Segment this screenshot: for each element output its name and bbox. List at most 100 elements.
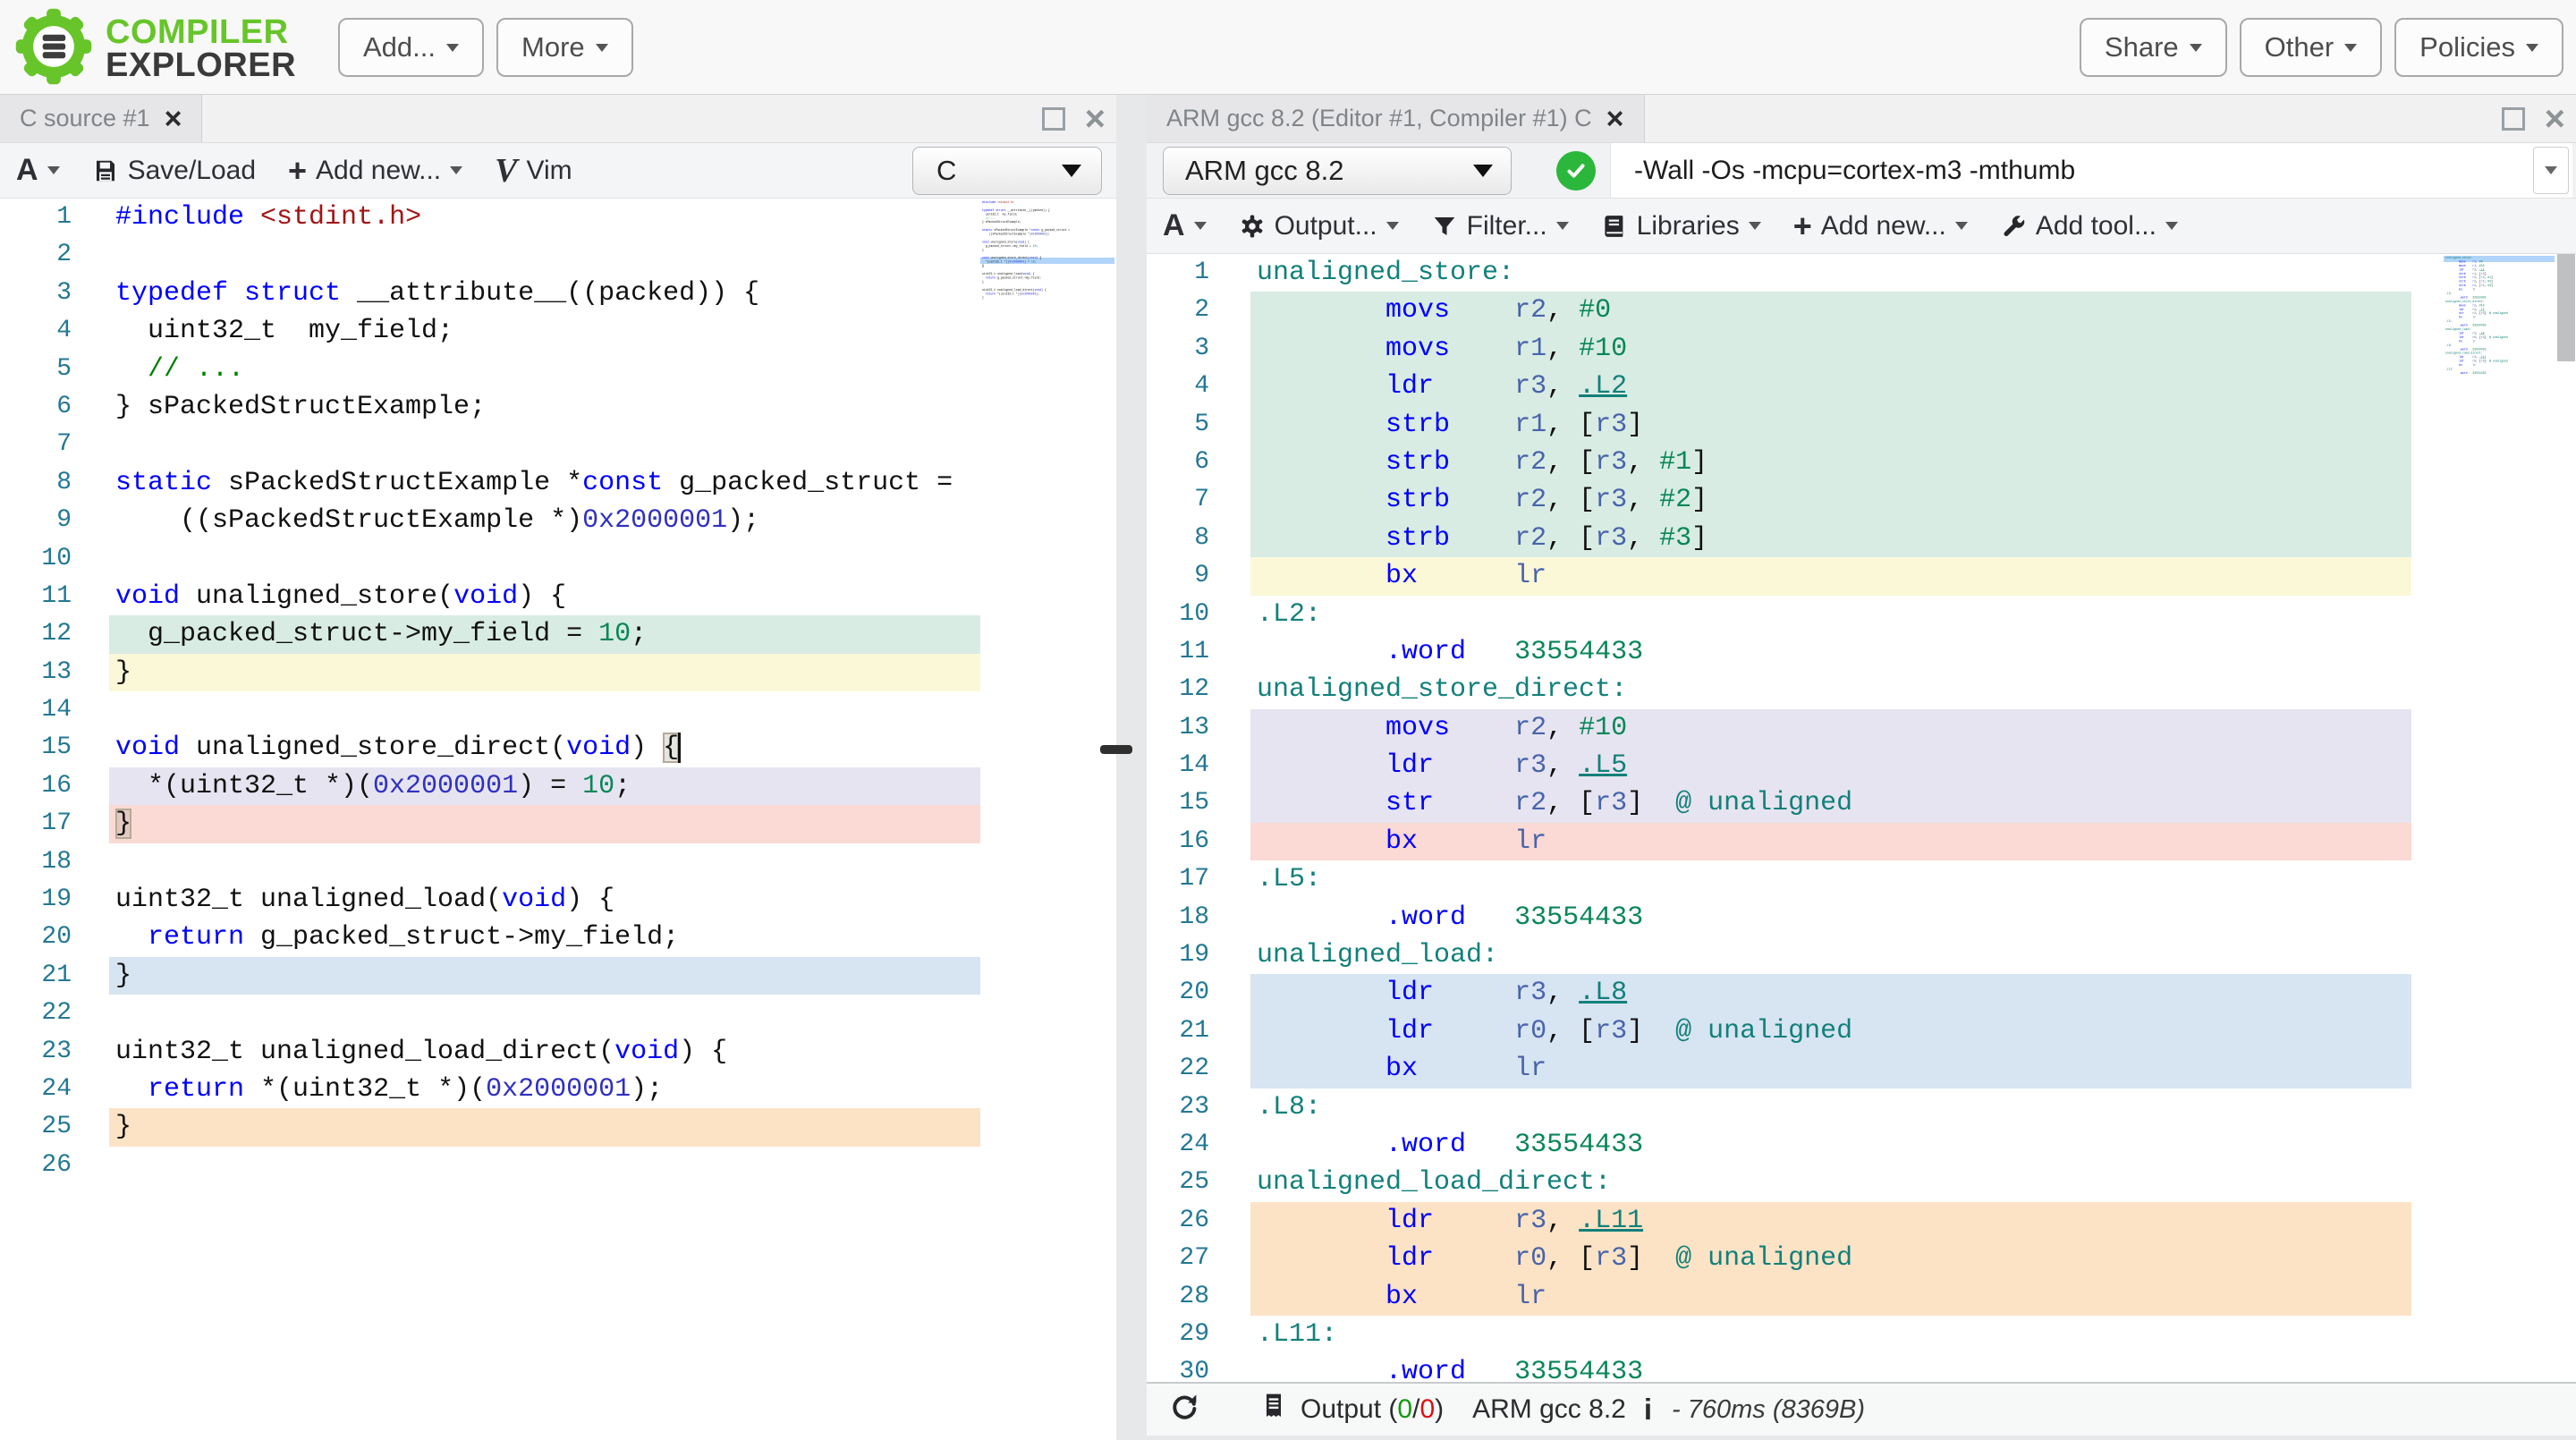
close-pane-icon[interactable]: × <box>1085 101 1106 137</box>
code-line[interactable]: 1unaligned_store: <box>1147 254 2576 292</box>
tab-c-source-1[interactable]: C source #1 × <box>0 95 202 142</box>
code-line[interactable]: 13 movs r2, #10 <box>1147 709 2576 747</box>
line-number: 3 <box>1147 330 1209 368</box>
code-line[interactable]: 5 // ... <box>0 351 1116 388</box>
language-select[interactable]: C <box>912 147 1102 195</box>
code-line[interactable]: 10.L2: <box>1147 596 2576 633</box>
code-line[interactable]: 14 <box>0 691 1116 729</box>
options-dropdown-button[interactable] <box>2533 147 2569 194</box>
code-line[interactable]: 19unaligned_load: <box>1147 936 2576 974</box>
output-log-icon[interactable] <box>1259 1392 1288 1427</box>
font-size-button[interactable]: A <box>1163 208 1207 243</box>
close-pane-icon[interactable]: × <box>2545 101 2565 137</box>
code-line[interactable]: 15 str r2, [r3] @ unaligned <box>1147 784 2576 822</box>
code-line[interactable]: 3 movs r1, #10 <box>1147 330 2576 368</box>
line-number: 7 <box>0 426 72 463</box>
code-line[interactable]: 17.L5: <box>1147 860 2576 898</box>
plus-icon: + <box>1793 208 1812 245</box>
code-line[interactable]: 6 strb r2, [r3, #1] <box>1147 444 2576 481</box>
other-menu-button[interactable]: Other <box>2240 18 2383 77</box>
code-line[interactable]: 7 <box>0 426 1116 463</box>
tab-arm-gcc[interactable]: ARM gcc 8.2 (Editor #1, Compiler #1) C × <box>1147 95 1645 142</box>
code-line[interactable]: 23uint32_t unaligned_load_direct(void) { <box>0 1033 1116 1071</box>
code-line[interactable]: 11void unaligned_store(void) { <box>0 578 1116 615</box>
maximize-icon[interactable] <box>2502 107 2525 131</box>
code-line[interactable]: 14 ldr r3, .L5 <box>1147 747 2576 784</box>
code-line[interactable]: 26 ldr r3, .L11 <box>1147 1202 2576 1240</box>
pane-splitter-handle[interactable] <box>1100 745 1132 754</box>
code-line[interactable]: 4 ldr r3, .L2 <box>1147 368 2576 405</box>
more-menu-button[interactable]: More <box>496 18 633 77</box>
code-line[interactable]: 23.L8: <box>1147 1088 2576 1126</box>
save-load-button[interactable]: Save/Load <box>92 156 256 186</box>
code-line[interactable]: 29.L11: <box>1147 1316 2576 1353</box>
code-line[interactable]: 30 .word 33554433 <box>1147 1353 2576 1382</box>
code-line[interactable]: 24 return *(uint32_t *)(0x2000001); <box>0 1071 1116 1108</box>
code-line[interactable]: 10 <box>0 540 1116 578</box>
code-line[interactable]: 11 .word 33554433 <box>1147 633 2576 671</box>
code-line[interactable]: 15void unaligned_store_direct(void) { <box>0 729 1116 767</box>
add-tool-button[interactable]: Add tool... <box>2000 211 2178 241</box>
vim-toggle-button[interactable]: V Vim <box>495 151 572 191</box>
code-line[interactable]: 16 bx lr <box>1147 823 2576 860</box>
output-menu-button[interactable]: Output... <box>1239 211 1399 241</box>
code-line[interactable]: 20 return g_packed_struct->my_field; <box>0 919 1116 956</box>
code-line[interactable]: 6} sPackedStructExample; <box>0 388 1116 426</box>
navbar-right-buttons: Share Other Policies <box>2080 18 2563 77</box>
code-line[interactable]: 18 .word 33554433 <box>1147 899 2576 936</box>
code-line[interactable]: 12unaligned_store_direct: <box>1147 671 2576 708</box>
code-line[interactable]: 19uint32_t unaligned_load(void) { <box>0 881 1116 919</box>
code-line[interactable]: 3typedef struct __attribute__((packed)) … <box>0 275 1116 312</box>
maximize-icon[interactable] <box>1042 107 1065 131</box>
code-line[interactable]: 17} <box>0 805 1116 843</box>
fail-count: 0 <box>1419 1394 1435 1424</box>
policies-menu-button[interactable]: Policies <box>2394 18 2563 77</box>
code-line[interactable]: 9 ((sPackedStructExample *)0x2000001); <box>0 502 1116 539</box>
font-size-button[interactable]: A <box>16 153 60 188</box>
add-new-button[interactable]: + Add new... <box>288 152 462 190</box>
code-line[interactable]: 18 <box>0 843 1116 881</box>
libraries-menu-button[interactable]: Libraries <box>1601 211 1761 241</box>
add-menu-button[interactable]: Add... <box>338 18 484 77</box>
code-line[interactable]: 25} <box>0 1108 1116 1146</box>
share-menu-button[interactable]: Share <box>2080 18 2227 77</box>
code-line[interactable]: 4 uint32_t my_field; <box>0 312 1116 350</box>
code-line[interactable]: 25unaligned_load_direct: <box>1147 1164 2576 1201</box>
recompile-icon[interactable] <box>1168 1390 1200 1429</box>
source-code-editor[interactable]: #include <stdint.h>typedef struct __attr… <box>0 199 1116 1440</box>
code-line[interactable]: 9 bx lr <box>1147 557 2576 595</box>
line-number: 18 <box>1147 899 1209 936</box>
code-line[interactable]: 8 strb r2, [r3, #3] <box>1147 520 2576 557</box>
code-line[interactable]: 13} <box>0 654 1116 691</box>
code-line[interactable]: 7 strb r2, [r3, #2] <box>1147 481 2576 519</box>
assembly-output-editor[interactable]: unaligned_store: movs r2, #0 movs r1, #1… <box>1147 254 2576 1382</box>
close-icon[interactable]: × <box>1606 104 1624 134</box>
info-icon[interactable]: i <box>1644 1393 1652 1427</box>
code-line[interactable]: 5 strb r1, [r3] <box>1147 406 2576 444</box>
code-line[interactable]: 12 g_packed_struct->my_field = 10; <box>0 615 1116 653</box>
compiler-explorer-logo[interactable]: COMPILER EXPLORER <box>14 7 296 90</box>
line-number: 23 <box>1147 1088 1209 1126</box>
output-counts[interactable]: Output (0/0) <box>1301 1394 1444 1425</box>
line-number: 22 <box>0 995 72 1032</box>
filter-menu-button[interactable]: Filter... <box>1431 211 1569 241</box>
code-line[interactable]: 27 ldr r0, [r3] @ unaligned <box>1147 1240 2576 1277</box>
code-line[interactable]: 20 ldr r3, .L8 <box>1147 974 2576 1012</box>
compiler-select[interactable]: ARM gcc 8.2 <box>1163 147 1512 195</box>
code-line[interactable]: 2 movs r2, #0 <box>1147 292 2576 329</box>
code-line[interactable]: 16 *(uint32_t *)(0x2000001) = 10; <box>0 767 1116 805</box>
code-line[interactable]: 24 .word 33554433 <box>1147 1126 2576 1164</box>
code-line[interactable]: 26 <box>0 1147 1116 1184</box>
code-line[interactable]: 22 <box>0 995 1116 1032</box>
code-line[interactable]: 21 ldr r0, [r3] @ unaligned <box>1147 1012 2576 1050</box>
code-line[interactable]: 28 bx lr <box>1147 1278 2576 1316</box>
code-line[interactable]: 8static sPackedStructExample *const g_pa… <box>0 464 1116 502</box>
close-icon[interactable]: × <box>165 104 182 134</box>
add-new-button[interactable]: + Add new... <box>1793 208 1968 245</box>
code-line[interactable]: 22 bx lr <box>1147 1050 2576 1088</box>
code-line[interactable]: 21} <box>0 957 1116 995</box>
code-line[interactable]: 1#include <stdint.h> <box>0 199 1116 236</box>
code-line[interactable]: 2 <box>0 236 1116 274</box>
line-number: 1 <box>1147 254 1209 292</box>
compiler-options-input[interactable] <box>1611 143 2572 198</box>
